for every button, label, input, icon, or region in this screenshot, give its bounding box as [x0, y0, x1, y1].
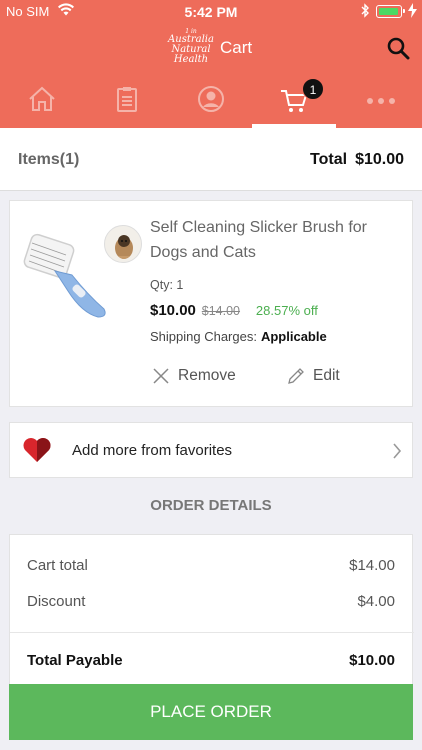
product-mrp: $14.00 [201, 304, 241, 318]
remove-label: Remove [178, 367, 236, 384]
product-price-row: $10.00 $14.00 28.57% off [150, 302, 318, 319]
cart-badge: 1 [302, 78, 324, 100]
shipping-charges: Shipping Charges: Applicable [150, 329, 327, 344]
place-order-button[interactable]: PLACE ORDER [9, 684, 413, 740]
page-title: Cart [220, 38, 253, 57]
tab-orders[interactable] [84, 70, 168, 128]
clipboard-icon [117, 87, 137, 112]
charging-icon [408, 3, 417, 21]
tab-more[interactable] [336, 70, 420, 128]
more-icon [367, 98, 395, 104]
remove-button[interactable]: Remove [152, 367, 236, 385]
chevron-right-icon [392, 442, 402, 465]
add-from-favorites[interactable]: Add more from favorites [9, 422, 413, 478]
discount-row-label: Discount [27, 593, 86, 610]
items-count-label: Items(1) [18, 151, 80, 168]
total-payable-label: Total Payable [27, 652, 123, 669]
cart-total-row: Cart total $14.00 [27, 557, 395, 574]
bluetooth-icon [360, 3, 370, 21]
shipping-label: Shipping Charges: [150, 329, 257, 344]
nav-bar: 1 in Australia Natural Health Cart [0, 24, 422, 70]
seller-avatar [104, 225, 142, 263]
total-payable-row: Total Payable $10.00 [27, 652, 395, 669]
divider [10, 632, 414, 633]
discount-row: Discount $4.00 [27, 593, 395, 610]
edit-button[interactable]: Edit [287, 367, 340, 385]
product-price: $10.00 [150, 302, 196, 319]
status-bar: No SIM 5:42 PM [0, 0, 422, 24]
cart-total-label: Total $10.00 [310, 151, 404, 168]
product-qty: Qty: 1 [150, 278, 184, 292]
tab-cart[interactable]: 1 [252, 70, 336, 128]
favorites-label: Add more from favorites [72, 442, 233, 459]
total-payable-value: $10.00 [349, 652, 395, 669]
battery-icon [376, 5, 405, 18]
home-icon [29, 86, 55, 111]
heart-icon [22, 437, 52, 468]
user-icon [198, 86, 224, 112]
order-details-heading: ORDER DETAILS [150, 497, 272, 514]
discount-percent: 28.57% off [255, 303, 318, 318]
status-time: 5:42 PM [184, 4, 238, 20]
product-image[interactable] [22, 225, 142, 325]
order-details-card: Cart total $14.00 Discount $4.00 Total P… [9, 534, 414, 694]
discount-row-value: $4.00 [357, 593, 395, 610]
tab-account[interactable] [168, 70, 252, 128]
cart-item-card: Self Cleaning Slicker Brush for Dogs and… [9, 200, 413, 407]
edit-label: Edit [313, 367, 340, 384]
cart-summary: Items(1) Total $10.00 [0, 128, 422, 191]
tab-home[interactable] [0, 70, 84, 128]
cart-total-row-label: Cart total [27, 557, 88, 574]
search-icon[interactable] [386, 36, 410, 65]
product-name[interactable]: Self Cleaning Slicker Brush for Dogs and… [150, 215, 400, 265]
tab-bar: 1 [0, 70, 422, 128]
close-icon [153, 368, 169, 384]
shipping-value: Applicable [260, 329, 327, 344]
cart-total-row-value: $14.00 [349, 557, 395, 574]
pencil-icon [288, 368, 304, 384]
cart-total-value: $10.00 [355, 151, 404, 168]
brand-logo[interactable]: 1 in Australia Natural Health [168, 28, 214, 66]
